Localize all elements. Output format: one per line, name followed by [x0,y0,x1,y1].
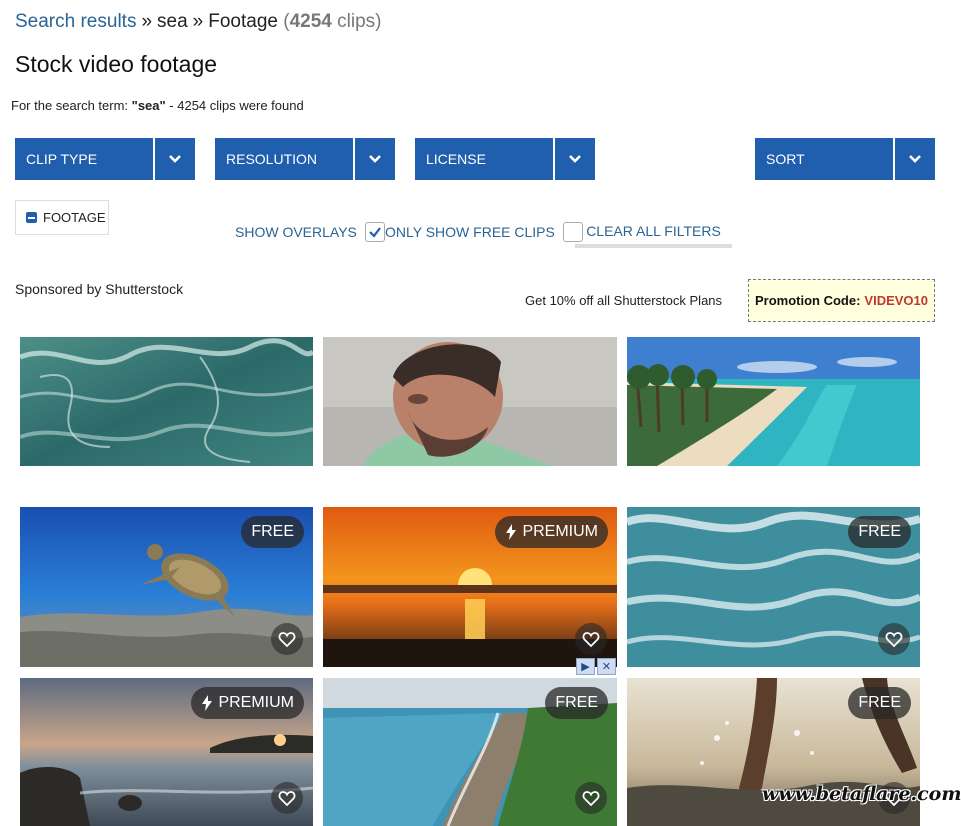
tropical-beach-resort-icon [627,337,920,466]
promotion-code-box[interactable]: Promotion Code: VIDEVO10 [748,279,935,322]
sponsor-offer-text[interactable]: Get 10% off all Shutterstock Plans [525,293,722,308]
page-title: Stock video footage [15,51,218,77]
resolution-label: RESOLUTION [226,151,318,167]
clip-thumbnail[interactable]: FREE [323,678,617,826]
breadcrumb-clip-count: (4254 clips) [283,11,382,32]
breadcrumb-category: Footage [208,11,278,32]
free-badge: FREE [241,516,304,548]
heart-icon[interactable] [271,782,303,814]
sponsored-clip-thumbnail[interactable] [627,337,920,466]
sponsored-label: Sponsored by Shutterstock [15,281,184,297]
lightning-icon [202,695,213,711]
clip-thumbnail[interactable]: FREE [627,507,920,667]
promo-label: Promotion Code: [754,293,861,308]
chevron-down-icon [893,138,935,180]
play-icon[interactable]: ▶ [576,658,595,675]
sort-dropdown[interactable]: SORT [755,138,935,180]
breadcrumb-separator: » [141,11,153,32]
only-free-clips-label: ONLY SHOW FREE CLIPS [385,224,555,240]
show-overlays-label: SHOW OVERLAYS [235,224,357,240]
clip-type-dropdown[interactable]: CLIP TYPE [15,138,195,180]
resolution-dropdown[interactable]: RESOLUTION [215,138,395,180]
premium-badge: PREMIUM [495,516,608,548]
breadcrumb-separator: » [192,11,204,32]
promo-code: VIDEVO10 [864,293,929,308]
ad-choices-icon[interactable]: ▶ ✕ [576,658,616,675]
chevron-down-icon [553,138,595,180]
breadcrumb-term[interactable]: sea [157,11,188,32]
checkmark-icon [369,227,381,238]
remove-filter-icon[interactable] [26,212,37,223]
laughing-man-icon [323,337,617,466]
clip-thumbnail[interactable]: PREMIUM [20,678,313,826]
breadcrumb: Search results» sea» Footage (4254 clips) [15,11,382,33]
clip-type-label: CLIP TYPE [26,151,98,167]
show-overlays-option[interactable]: SHOW OVERLAYS [235,222,385,242]
chevron-down-icon [353,138,395,180]
clip-thumbnail[interactable]: FREE [20,507,313,667]
heart-icon[interactable] [575,623,607,655]
sponsored-clip-thumbnail[interactable] [20,337,313,466]
watermark: www.betaflare.com [762,783,961,805]
ocean-waves-aerial-icon [20,337,313,466]
breadcrumb-search-results-link[interactable]: Search results [15,11,136,32]
heart-icon[interactable] [878,623,910,655]
clip-thumbnail[interactable]: PREMIUM [323,507,617,667]
lightning-icon [506,524,517,540]
heart-icon[interactable] [575,782,607,814]
free-badge: FREE [848,687,911,719]
heart-icon[interactable] [271,623,303,655]
license-label: LICENSE [426,151,486,167]
filter-chip-label: FOOTAGE [43,210,106,225]
footage-filter-chip[interactable]: FOOTAGE [15,200,109,235]
free-badge: FREE [545,687,608,719]
only-free-clips-option[interactable]: ONLY SHOW FREE CLIPS [385,222,583,242]
show-overlays-checkbox[interactable] [364,222,385,242]
license-dropdown[interactable]: LICENSE [415,138,595,180]
chevron-down-icon [153,138,195,180]
search-summary: For the search term: "sea" - 4254 clips … [11,98,304,113]
close-icon[interactable]: ✕ [597,658,616,675]
sponsored-clip-thumbnail[interactable] [323,337,617,466]
free-badge: FREE [848,516,911,548]
premium-badge: PREMIUM [191,687,304,719]
sort-label: SORT [766,151,805,167]
search-term: "sea" [131,98,166,113]
clear-all-filters-button[interactable]: CLEAR ALL FILTERS [575,214,732,248]
